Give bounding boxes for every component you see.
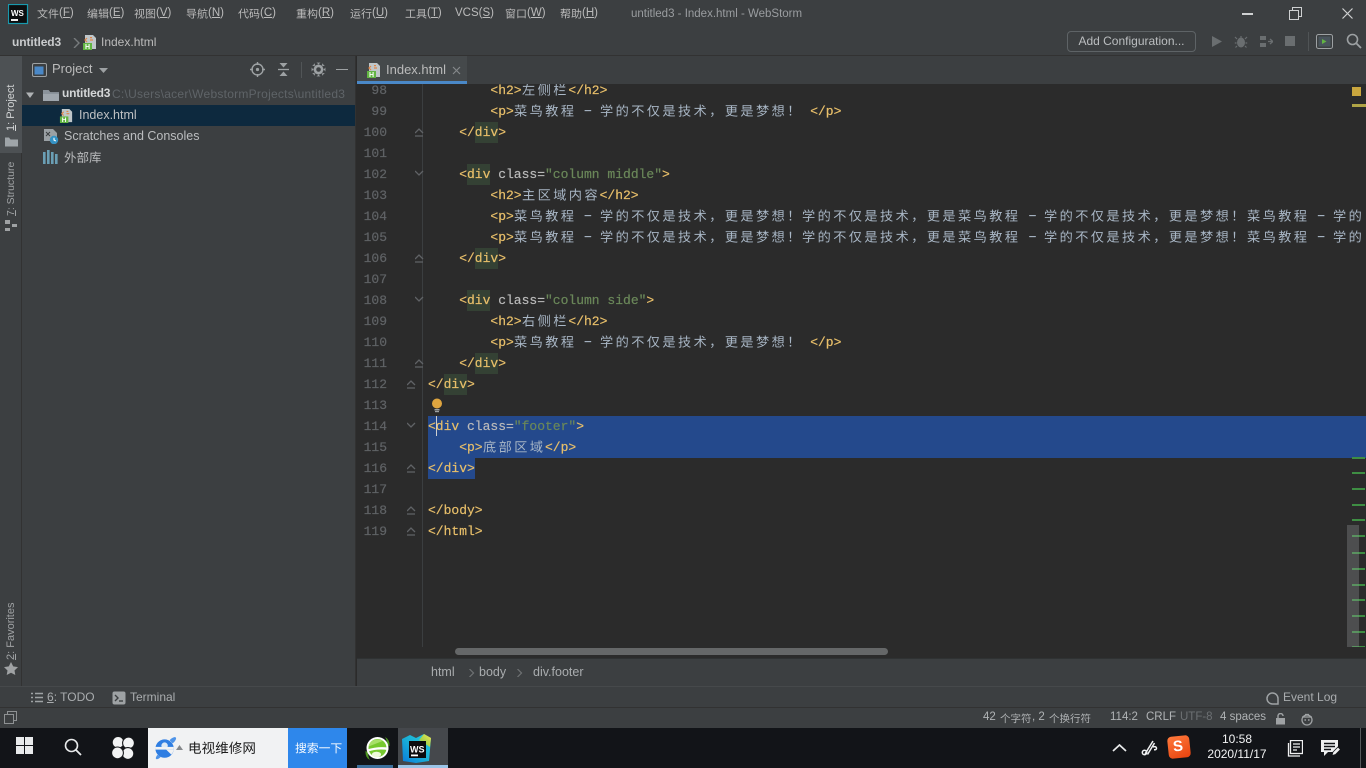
svg-text:WS: WS — [410, 745, 425, 755]
svg-text:H: H — [369, 72, 374, 78]
svg-text:H: H — [62, 117, 67, 123]
svg-text:WS: WS — [11, 9, 25, 18]
svg-text:H: H — [85, 44, 90, 50]
